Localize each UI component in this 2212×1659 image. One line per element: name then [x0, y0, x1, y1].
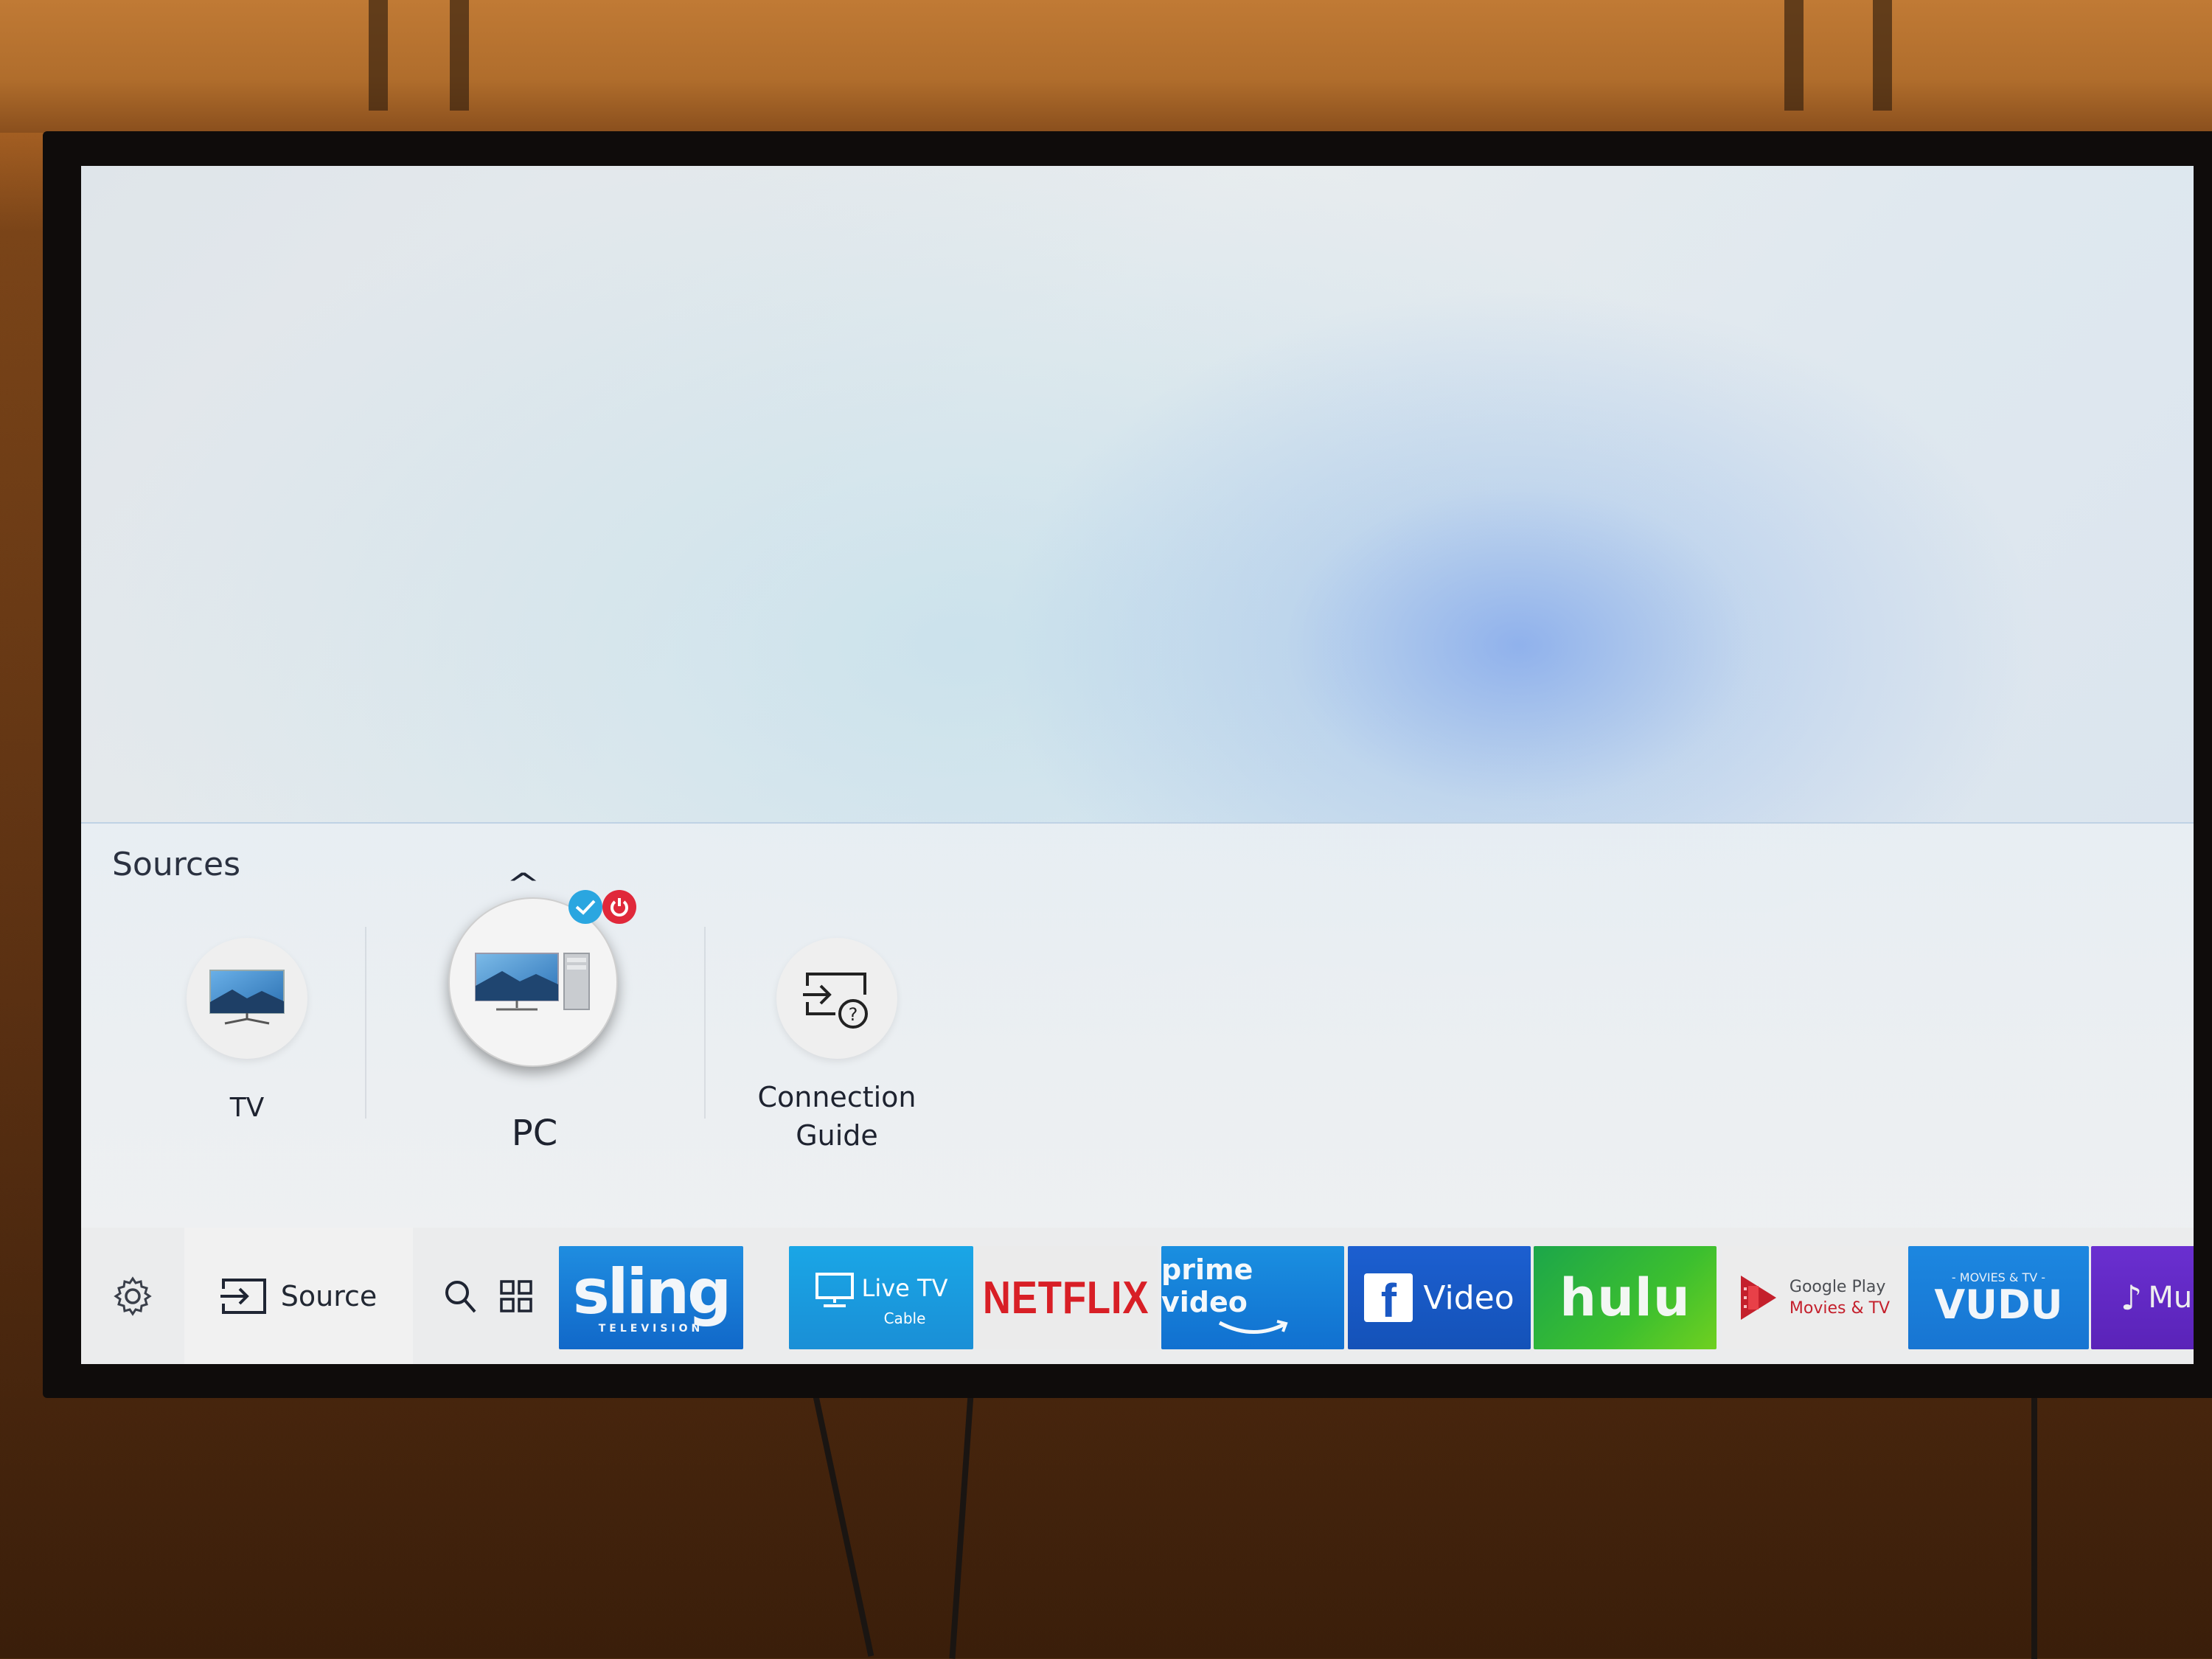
- netflix-logo: NETFLIX: [983, 1272, 1150, 1324]
- google-play-sublabel: Movies & TV: [1789, 1299, 1891, 1318]
- google-play-movies-icon: [1740, 1276, 1776, 1320]
- facebook-icon: f: [1364, 1273, 1413, 1324]
- source-button-label: Source: [280, 1279, 378, 1312]
- app-tile-netflix[interactable]: NETFLIX: [975, 1246, 1158, 1349]
- source-label-line2: Guide: [796, 1119, 878, 1152]
- facebook-video-label: Video: [1423, 1279, 1514, 1317]
- live-tv-sublabel: Cable: [883, 1310, 926, 1327]
- check-icon: [568, 890, 602, 924]
- search-icon: [445, 1280, 476, 1312]
- smart-hub-app-bar: Source sling TELEVISION Live TV Cable NE…: [81, 1228, 2194, 1364]
- app-tile-live-tv[interactable]: Live TV Cable: [789, 1246, 973, 1349]
- music-note-icon: ♪: [2121, 1278, 2143, 1318]
- source-label-line1: Connection: [757, 1081, 917, 1113]
- divider: [704, 927, 706, 1119]
- vudu-logo: VUDU: [1934, 1281, 2063, 1328]
- source-label-tv: TV: [229, 1093, 265, 1123]
- amazon-smile-icon: [1218, 1320, 1288, 1334]
- app-tile-vudu[interactable]: - MOVIES & TV - VUDU: [1908, 1246, 2089, 1349]
- source-input-icon: [220, 1278, 266, 1314]
- gear-icon: [114, 1276, 152, 1316]
- app-tile-sling[interactable]: sling TELEVISION: [559, 1246, 743, 1349]
- source-item-pc[interactable]: PC: [446, 824, 636, 1222]
- app-tile-music[interactable]: ♪ Mu: [2091, 1246, 2194, 1349]
- cable: [949, 1394, 974, 1659]
- google-play-label: Google Play: [1789, 1278, 1886, 1296]
- source-label-pc: PC: [511, 1113, 558, 1154]
- window-frame: [1873, 0, 1892, 111]
- window-frame: [450, 0, 469, 111]
- window-frame: [1784, 0, 1804, 111]
- app-tile-google-play-movies[interactable]: Google Play Movies & TV: [1722, 1246, 1906, 1349]
- tv-screen: Sources TV ^ PC ? Connection Guide Sourc…: [81, 166, 2194, 1364]
- prime-video-logo: prime video: [1161, 1253, 1253, 1318]
- cable: [813, 1396, 874, 1657]
- sling-sublabel: TELEVISION: [598, 1323, 704, 1335]
- cable: [2031, 1394, 2037, 1659]
- apps-button[interactable]: [490, 1228, 542, 1364]
- live-tv-label: Live TV: [861, 1274, 948, 1302]
- power-icon[interactable]: [602, 890, 636, 924]
- connection-guide-icon: ?: [776, 938, 897, 1059]
- source-item-tv[interactable]: TV: [177, 824, 317, 1222]
- app-tile-hulu[interactable]: hulu: [1534, 1246, 1717, 1349]
- source-item-connection-guide[interactable]: ? Connection Guide: [737, 824, 936, 1222]
- pc-icon: [448, 897, 618, 1067]
- search-button[interactable]: [435, 1228, 487, 1364]
- sources-panel: Sources TV ^ PC ? Connection Guide: [81, 822, 2194, 1229]
- source-label-connection-guide: Connection Guide: [737, 1078, 936, 1155]
- hulu-logo: hulu: [1559, 1267, 1691, 1328]
- app-tile-facebook-video[interactable]: f Video: [1348, 1246, 1531, 1349]
- source-button[interactable]: Source: [184, 1228, 413, 1364]
- tv-icon: [187, 938, 307, 1059]
- app-tile-prime-video[interactable]: prime video: [1161, 1246, 1344, 1349]
- divider: [365, 927, 366, 1119]
- svg-text:?: ?: [849, 1004, 858, 1025]
- apps-grid-icon: [500, 1279, 532, 1312]
- monitor-icon: [815, 1273, 854, 1307]
- settings-button[interactable]: [81, 1228, 184, 1364]
- music-label: Mu: [2148, 1281, 2193, 1315]
- window-frame: [369, 0, 388, 111]
- sling-logo: sling: [572, 1256, 732, 1328]
